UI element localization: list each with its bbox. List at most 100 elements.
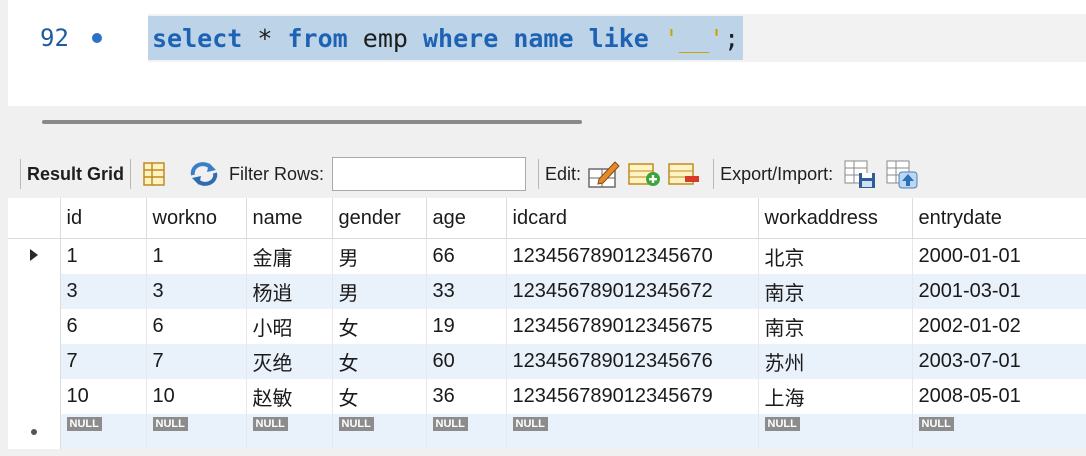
column-header-id[interactable]: id (60, 198, 147, 239)
sql-editor[interactable]: 92 select * from emp where name like '__… (8, 0, 1086, 106)
toolbar-separator (130, 159, 132, 189)
grid-cell-workno[interactable]: 6 (146, 309, 247, 344)
column-header-age[interactable]: age (426, 198, 507, 239)
grid-layout-icon[interactable] (137, 157, 171, 191)
grid-cell-idcard[interactable]: 123456789012345672 (506, 274, 759, 309)
grid-cell-age[interactable]: 19 (426, 309, 507, 344)
null-cell-gender[interactable]: NULL (332, 414, 427, 449)
grid-cell-entrydate[interactable]: 2002-01-02 (912, 309, 1086, 344)
sql-token: ; (724, 23, 740, 53)
grid-cell-gender[interactable]: 女 (332, 344, 427, 379)
grid-cell-age[interactable]: 66 (426, 238, 507, 274)
null-badge: NULL (252, 417, 288, 431)
grid-cell-entrydate[interactable]: 2001-03-01 (912, 274, 1086, 309)
column-header-gender[interactable]: gender (332, 198, 427, 239)
grid-cell-id[interactable]: 6 (60, 309, 147, 344)
grid-cell-entrydate[interactable]: 2000-01-01 (912, 238, 1086, 274)
grid-cell-workno[interactable]: 3 (146, 274, 247, 309)
null-cell-workno[interactable]: NULL (146, 414, 247, 449)
row-marker[interactable] (8, 274, 61, 309)
grid-cell-workaddress[interactable]: 上海 (758, 379, 913, 414)
null-cell-id[interactable]: NULL (60, 414, 147, 449)
grid-cell-gender[interactable]: 男 (332, 238, 427, 274)
column-header-entrydate[interactable]: entrydate (912, 198, 1086, 239)
grid-cell-workaddress[interactable]: 苏州 (758, 344, 913, 379)
grid-cell-id[interactable]: 1 (60, 238, 147, 274)
editor-line-92[interactable]: 92 select * from emp where name like '__… (8, 14, 1086, 62)
row-marker[interactable] (8, 379, 61, 414)
grid-cell-workno[interactable]: 10 (146, 379, 247, 414)
column-header-idcard[interactable]: idcard (506, 198, 759, 239)
grid-cell-id[interactable]: 7 (60, 344, 147, 379)
grid-cell-name[interactable]: 杨逍 (246, 274, 333, 309)
grid-cell-gender[interactable]: 女 (332, 309, 427, 344)
null-badge: NULL (918, 417, 954, 431)
table-row[interactable]: 7 7 灭绝女 60 123456789012345676 苏州 2003-07-01 (8, 344, 1086, 379)
panel-splitter[interactable] (42, 120, 582, 124)
sql-token: * (257, 23, 273, 53)
current-row-arrow-icon[interactable] (8, 238, 61, 274)
grid-cell-name[interactable]: 灭绝 (246, 344, 333, 379)
table-row[interactable]: 1 1 金庸男 66 123456789012345670 北京 2000-01-01 (8, 238, 1086, 274)
grid-cell-age[interactable]: 36 (426, 379, 507, 414)
grid-cell-workaddress[interactable]: 南京 (758, 274, 913, 309)
column-header-workno[interactable]: workno (146, 198, 247, 239)
grid-cell-gender[interactable]: 男 (332, 274, 427, 309)
grid-cell-entrydate[interactable]: 2003-07-01 (912, 344, 1086, 379)
null-cell-entrydate[interactable]: NULL (912, 414, 1086, 449)
sql-statement[interactable]: select * from emp where name like '__'; (148, 16, 744, 60)
null-cell-age[interactable]: NULL (426, 414, 507, 449)
grid-cell-workno[interactable]: 7 (146, 344, 247, 379)
table-row[interactable]: 3 3 杨逍男 33 123456789012345672 南京 2001-03-01 (8, 274, 1086, 309)
row-marker[interactable] (8, 309, 61, 344)
table-row[interactable]: 6 6 小昭女 19 123456789012345675 南京 2002-01-02 (8, 309, 1086, 344)
export-import-label: Export/Import: (720, 163, 834, 184)
delete-row-icon[interactable] (667, 157, 701, 191)
grid-cell-age[interactable]: 33 (426, 274, 507, 309)
refresh-icon[interactable] (187, 157, 221, 191)
toolbar-separator (20, 159, 21, 189)
grid-cell-idcard[interactable]: 123456789012345676 (506, 344, 759, 379)
table-row[interactable]: 10 10 赵敏女 36 123456789012345679 上海 2008-05-01 (8, 379, 1086, 414)
sql-token: from (287, 23, 348, 53)
grid-cell-name[interactable]: 小昭 (246, 309, 333, 344)
grid-cell-workaddress[interactable]: 北京 (758, 238, 913, 274)
null-badge: NULL (66, 417, 102, 431)
grid-cell-age[interactable]: 60 (426, 344, 507, 379)
null-cell-name[interactable]: NULL (246, 414, 333, 449)
result-grid[interactable]: id workno name gender age idcard workaddress en… (8, 198, 1086, 449)
export-icon[interactable] (843, 157, 877, 191)
column-header-name[interactable]: name (246, 198, 333, 239)
new-row-marker-icon[interactable] (8, 414, 61, 449)
filter-rows-input[interactable] (332, 157, 527, 191)
add-row-icon[interactable] (627, 157, 661, 191)
null-cell-idcard[interactable]: NULL (506, 414, 759, 449)
grid-cell-workno[interactable]: 1 (146, 238, 247, 274)
grid-cell-id[interactable]: 10 (60, 379, 147, 414)
null-badge: NULL (152, 417, 188, 431)
toolbar-separator (713, 159, 715, 189)
column-header-workaddress[interactable]: workaddress (758, 198, 913, 239)
import-icon[interactable] (885, 157, 919, 191)
result-grid-tab[interactable]: Result Grid (27, 164, 124, 185)
grid-cell-gender[interactable]: 女 (332, 379, 427, 414)
grid-cell-idcard[interactable]: 123456789012345679 (506, 379, 759, 414)
row-marker[interactable] (8, 344, 61, 379)
grid-cell-idcard[interactable]: 123456789012345670 (506, 238, 759, 274)
sql-token: '__' (663, 23, 725, 53)
sql-token: where (422, 23, 499, 53)
grid-cell-name[interactable]: 金庸 (246, 238, 333, 274)
grid-cell-idcard[interactable]: 123456789012345675 (506, 309, 759, 344)
null-badge: NULL (432, 417, 468, 431)
new-row[interactable]: NULL NULL NULL NULL NULL NULL NULL NULL (8, 414, 1086, 449)
grid-cell-id[interactable]: 3 (60, 274, 147, 309)
grid-cell-name[interactable]: 赵敏 (246, 379, 333, 414)
null-cell-workaddress[interactable]: NULL (758, 414, 913, 449)
sql-token: emp (347, 23, 423, 53)
grid-cell-workaddress[interactable]: 南京 (758, 309, 913, 344)
null-badge: NULL (338, 417, 374, 431)
edit-cell-icon[interactable] (587, 157, 621, 191)
grid-cell-entrydate[interactable]: 2008-05-01 (912, 379, 1086, 414)
